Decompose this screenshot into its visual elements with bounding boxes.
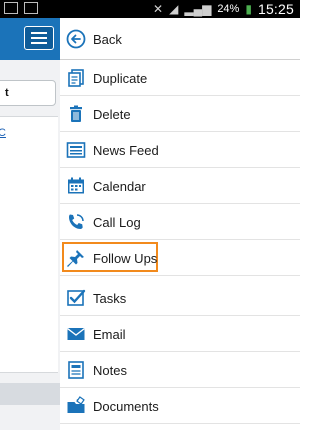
menu-item-label: Call Log bbox=[93, 215, 141, 230]
menu-item-label: Follow Ups bbox=[93, 251, 158, 266]
back-arrow-icon bbox=[66, 29, 86, 49]
duplicate-icon bbox=[66, 68, 86, 88]
menu-item-label: News Feed bbox=[93, 143, 159, 158]
menu-item-label: Email bbox=[93, 327, 126, 342]
mute-icon: ✕ bbox=[153, 2, 164, 16]
menu-item-tasks[interactable]: Tasks bbox=[60, 280, 300, 316]
notes-icon bbox=[66, 360, 86, 380]
phone-icon bbox=[66, 212, 86, 232]
menu-item-documents[interactable]: Documents bbox=[60, 388, 300, 424]
battery-icon: ▮ bbox=[245, 2, 252, 16]
screenshot-notification-icon bbox=[4, 2, 18, 14]
signal-icon: ▂▄▆ bbox=[184, 2, 212, 16]
calendar-icon bbox=[66, 176, 86, 196]
menu-item-label: Notes bbox=[93, 363, 127, 378]
trash-icon bbox=[66, 104, 86, 124]
menu-item-email[interactable]: Email bbox=[60, 316, 300, 352]
menu-item-label: Back bbox=[93, 32, 122, 47]
background-panel: t C bbox=[0, 18, 61, 430]
menu-item-label: Duplicate bbox=[93, 71, 148, 86]
envelope-icon bbox=[66, 324, 86, 344]
clock: 15:25 bbox=[257, 1, 294, 17]
menu-item-notes[interactable]: Notes bbox=[60, 352, 300, 388]
action-menu: Back Duplicate Delete News Feed Calendar… bbox=[60, 18, 300, 430]
newsfeed-icon bbox=[66, 140, 86, 160]
status-right: ✕ ◢ ▂▄▆ 24% ▮ 15:25 bbox=[153, 1, 294, 17]
menu-item-call-log[interactable]: Call Log bbox=[60, 204, 300, 240]
menu-item-follow-ups[interactable]: Follow Ups bbox=[60, 240, 300, 276]
wifi-icon: ◢ bbox=[169, 2, 179, 16]
menu-item-label: Delete bbox=[93, 107, 131, 122]
menu-item-label: Documents bbox=[93, 399, 159, 414]
menu-item-label: Calendar bbox=[93, 179, 146, 194]
menu-item-calendar[interactable]: Calendar bbox=[60, 168, 300, 204]
folder-icon bbox=[66, 396, 86, 416]
left-panel-link[interactable]: C bbox=[0, 127, 6, 139]
status-bar: ✕ ◢ ▂▄▆ 24% ▮ 15:25 bbox=[0, 0, 300, 18]
left-panel-card: C bbox=[0, 116, 58, 373]
pushpin-icon bbox=[66, 248, 86, 268]
left-panel-button[interactable]: t bbox=[0, 80, 56, 106]
left-panel-bar bbox=[0, 383, 60, 405]
menu-item-news-feed[interactable]: News Feed bbox=[60, 132, 300, 168]
battery-percent: 24% bbox=[217, 3, 240, 15]
menu-item-delete[interactable]: Delete bbox=[60, 96, 300, 132]
app-header bbox=[0, 18, 60, 60]
hamburger-menu-icon[interactable] bbox=[24, 26, 54, 50]
menu-item-duplicate[interactable]: Duplicate bbox=[60, 60, 300, 96]
menu-item-back[interactable]: Back bbox=[60, 18, 300, 60]
image-notification-icon bbox=[24, 2, 38, 14]
menu-item-label: Tasks bbox=[93, 291, 127, 306]
checkbox-icon bbox=[66, 288, 86, 308]
notification-icons bbox=[4, 2, 38, 14]
